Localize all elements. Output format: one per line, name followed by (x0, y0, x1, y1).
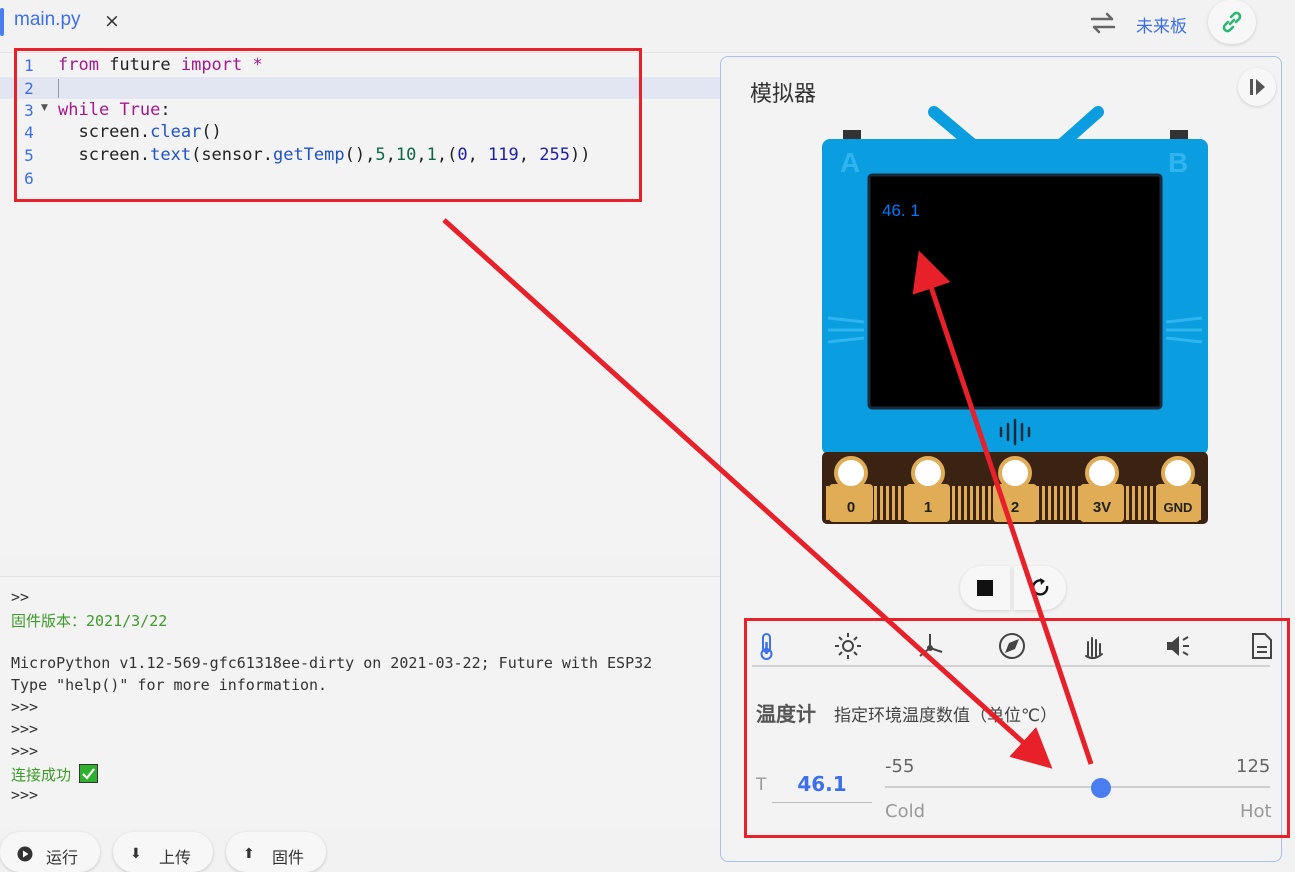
arrow-code-to-slider (442, 218, 1053, 769)
annotation-arrows (442, 218, 1094, 769)
arrow-slider-to-screen (912, 250, 1094, 765)
